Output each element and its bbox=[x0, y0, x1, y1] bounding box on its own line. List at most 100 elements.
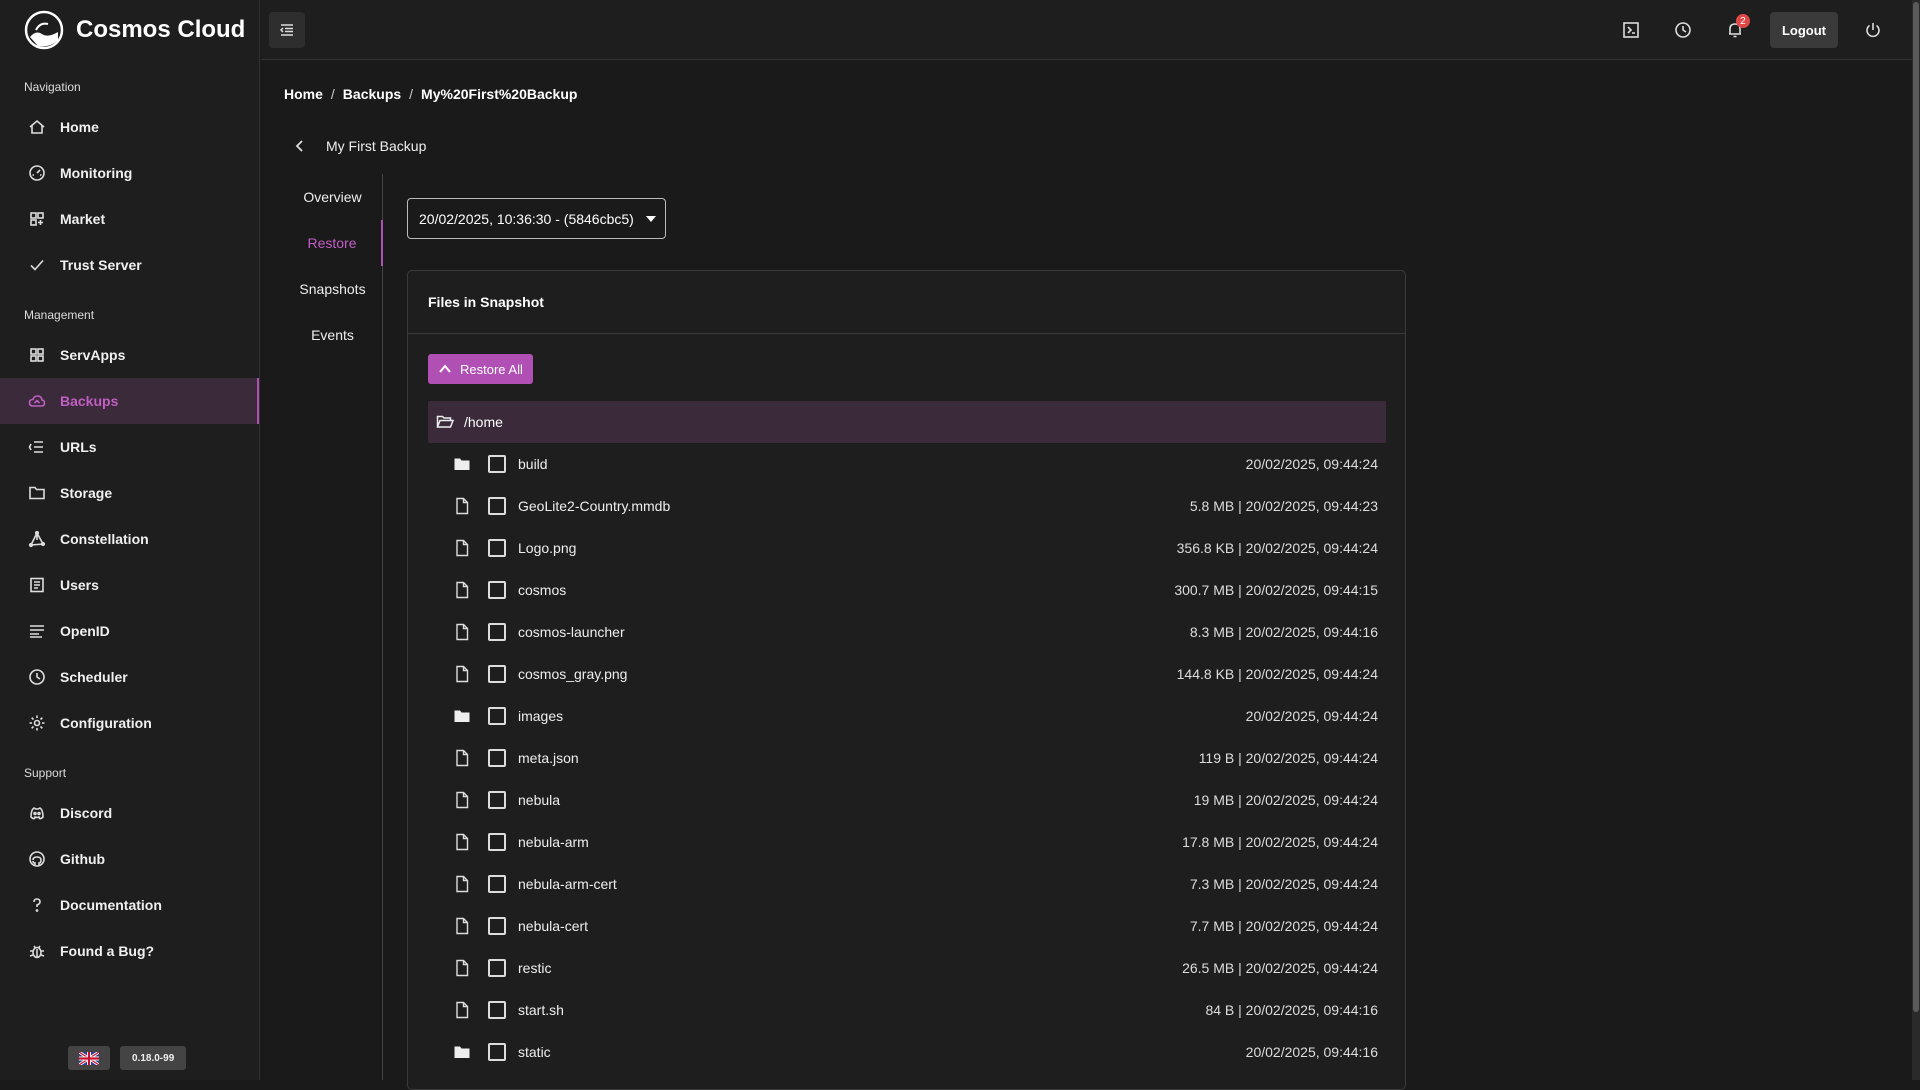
breadcrumb-backups[interactable]: Backups bbox=[343, 86, 401, 102]
sidebar-item-trust-server[interactable]: Trust Server bbox=[0, 242, 259, 288]
file-checkbox[interactable] bbox=[488, 665, 506, 683]
urls-icon bbox=[28, 441, 43, 453]
file-row[interactable]: cosmos-launcher 8.3 MB | 20/02/2025, 09:… bbox=[428, 611, 1386, 653]
file-meta: 144.8 KB | 20/02/2025, 09:44:24 bbox=[1176, 666, 1378, 682]
sidebar-item-label: Backups bbox=[60, 393, 119, 409]
sidebar-item-openid[interactable]: OpenID bbox=[0, 608, 259, 654]
back-chevron-icon[interactable] bbox=[292, 138, 308, 154]
file-meta: 356.8 KB | 20/02/2025, 09:44:24 bbox=[1176, 540, 1378, 556]
power-button[interactable] bbox=[1856, 13, 1890, 47]
language-button[interactable] bbox=[68, 1046, 110, 1070]
file-checkbox[interactable] bbox=[488, 749, 506, 767]
file-checkbox[interactable] bbox=[488, 1001, 506, 1019]
file-name: restic bbox=[518, 960, 552, 976]
brand[interactable]: Cosmos Cloud bbox=[0, 0, 259, 60]
file-checkbox[interactable] bbox=[488, 623, 506, 641]
file-row[interactable]: nebula 19 MB | 20/02/2025, 09:44:24 bbox=[428, 779, 1386, 821]
file-checkbox[interactable] bbox=[488, 1043, 506, 1061]
sidebar-item-configuration[interactable]: Configuration bbox=[0, 700, 259, 746]
file-checkbox[interactable] bbox=[488, 539, 506, 557]
sidebar-item-market[interactable]: Market bbox=[0, 196, 259, 242]
sidebar-item-servapps[interactable]: ServApps bbox=[0, 332, 259, 378]
menu-toggle-button[interactable] bbox=[269, 12, 305, 48]
sidebar-item-monitoring[interactable]: Monitoring bbox=[0, 150, 259, 196]
sidebar-item-home[interactable]: Home bbox=[0, 104, 259, 150]
file-row[interactable]: restic 26.5 MB | 20/02/2025, 09:44:24 bbox=[428, 947, 1386, 989]
file-name: cosmos_gray.png bbox=[518, 666, 628, 682]
sidebar-item-label: Constellation bbox=[60, 531, 149, 547]
file-meta: 300.7 MB | 20/02/2025, 09:44:15 bbox=[1174, 582, 1378, 598]
file-meta: 84 B | 20/02/2025, 09:44:16 bbox=[1205, 1002, 1378, 1018]
logout-button[interactable]: Logout bbox=[1769, 12, 1838, 48]
file-checkbox[interactable] bbox=[488, 455, 506, 473]
file-row[interactable]: Logo.png 356.8 KB | 20/02/2025, 09:44:24 bbox=[428, 527, 1386, 569]
terminal-button[interactable] bbox=[1614, 13, 1648, 47]
folder-row[interactable]: images 20/02/2025, 09:44:24 bbox=[428, 695, 1386, 737]
file-meta: 20/02/2025, 09:44:24 bbox=[1245, 708, 1378, 724]
file-icon-wrap bbox=[453, 749, 471, 767]
sidebar-item-found-a-bug[interactable]: Found a Bug? bbox=[0, 928, 259, 974]
restore-all-button[interactable]: Restore All bbox=[428, 354, 533, 384]
file-checkbox[interactable] bbox=[488, 959, 506, 977]
folder-icon bbox=[454, 1046, 470, 1058]
folder-row[interactable]: static 20/02/2025, 09:44:16 bbox=[428, 1031, 1386, 1073]
sidebar-item-documentation[interactable]: Documentation bbox=[0, 882, 259, 928]
sidebar-item-backups[interactable]: Backups bbox=[0, 378, 259, 424]
tab-restore[interactable]: Restore bbox=[283, 220, 383, 266]
tab-overview[interactable]: Overview bbox=[283, 174, 382, 220]
file-meta: 7.7 MB | 20/02/2025, 09:44:24 bbox=[1189, 918, 1378, 934]
file-checkbox[interactable] bbox=[488, 833, 506, 851]
file-row[interactable]: nebula-cert 7.7 MB | 20/02/2025, 09:44:2… bbox=[428, 905, 1386, 947]
tree-root-folder[interactable]: /home bbox=[428, 401, 1386, 443]
clock-icon bbox=[29, 669, 45, 685]
file-checkbox[interactable] bbox=[488, 707, 506, 725]
sidebar: Cosmos Cloud Navigation Home Monitoring … bbox=[0, 0, 260, 1080]
snapshot-select[interactable]: 20/02/2025, 10:36:30 - (5846cbc5) bbox=[407, 198, 666, 239]
file-row[interactable]: nebula-arm 17.8 MB | 20/02/2025, 09:44:2… bbox=[428, 821, 1386, 863]
home-icon bbox=[29, 119, 45, 134]
sidebar-item-github[interactable]: Github bbox=[0, 836, 259, 882]
sidebar-item-users[interactable]: Users bbox=[0, 562, 259, 608]
file-row[interactable]: cosmos_gray.png 144.8 KB | 20/02/2025, 0… bbox=[428, 653, 1386, 695]
file-checkbox[interactable] bbox=[488, 497, 506, 515]
sidebar-item-label: Found a Bug? bbox=[60, 943, 155, 959]
file-row[interactable]: meta.json 119 B | 20/02/2025, 09:44:24 bbox=[428, 737, 1386, 779]
file-icon-wrap bbox=[453, 959, 471, 977]
sidebar-item-urls[interactable]: URLs bbox=[0, 424, 259, 470]
grid-icon bbox=[1623, 22, 1639, 38]
page-header: My First Backup bbox=[292, 138, 426, 154]
scrollbar-thumb[interactable] bbox=[1913, 2, 1919, 1012]
file-checkbox[interactable] bbox=[488, 581, 506, 599]
file-icon bbox=[456, 1001, 469, 1019]
file-checkbox[interactable] bbox=[488, 875, 506, 893]
file-row[interactable]: GeoLite2-Country.mmdb 5.8 MB | 20/02/202… bbox=[428, 485, 1386, 527]
file-name: cosmos-launcher bbox=[518, 624, 625, 640]
breadcrumb-separator: / bbox=[330, 86, 335, 102]
sidebar-item-discord[interactable]: Discord bbox=[0, 790, 259, 836]
file-row[interactable]: start.sh 84 B | 20/02/2025, 09:44:16 bbox=[428, 989, 1386, 1031]
file-row[interactable]: nebula-arm-cert 7.3 MB | 20/02/2025, 09:… bbox=[428, 863, 1386, 905]
file-icon bbox=[456, 791, 469, 809]
sidebar-item-scheduler[interactable]: Scheduler bbox=[0, 654, 259, 700]
file-icon-wrap bbox=[453, 1001, 471, 1019]
sidebar-item-constellation[interactable]: Constellation bbox=[0, 516, 259, 562]
file-row[interactable]: cosmos 300.7 MB | 20/02/2025, 09:44:15 bbox=[428, 569, 1386, 611]
file-name: GeoLite2-Country.mmdb bbox=[518, 498, 671, 514]
file-checkbox[interactable] bbox=[488, 917, 506, 935]
sidebar-item-label: Github bbox=[60, 851, 106, 867]
sidebar-item-label: ServApps bbox=[60, 347, 126, 363]
folder-row[interactable]: build 20/02/2025, 09:44:24 bbox=[428, 443, 1386, 485]
file-checkbox[interactable] bbox=[488, 791, 506, 809]
breadcrumb-home[interactable]: Home bbox=[284, 86, 323, 102]
history-button[interactable] bbox=[1666, 13, 1700, 47]
sidebar-section-title: Navigation bbox=[24, 80, 81, 94]
tab-snapshots[interactable]: Snapshots bbox=[283, 266, 382, 312]
sidebar-item-label: Monitoring bbox=[60, 165, 133, 181]
folder-open-icon bbox=[436, 415, 454, 428]
sidebar-item-storage[interactable]: Storage bbox=[0, 470, 259, 516]
tab-events[interactable]: Events bbox=[283, 312, 382, 358]
file-icon-wrap bbox=[453, 875, 471, 893]
page-scrollbar[interactable] bbox=[1912, 0, 1920, 1080]
sidebar-item-label: OpenID bbox=[60, 623, 110, 639]
notifications-button[interactable]: 2 bbox=[1718, 13, 1752, 47]
